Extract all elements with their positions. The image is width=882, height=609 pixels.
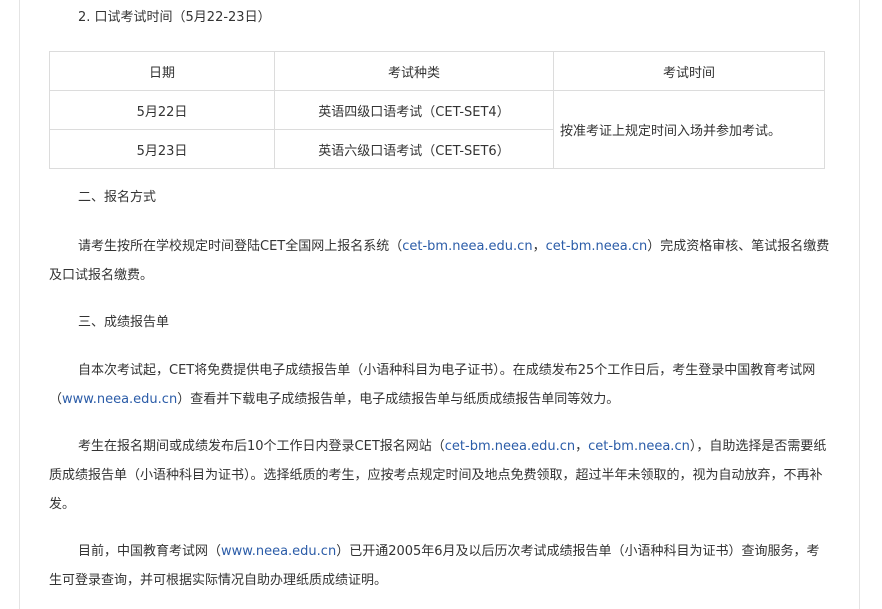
paragraph-text: 考生在报名期间或成绩发布后10个工作日内登录CET报名网站（ xyxy=(78,439,445,454)
registration-method-title: 二、报名方式 xyxy=(78,190,157,205)
paragraph-text: ， xyxy=(575,439,589,454)
table-header-row: 日期 考试种类 考试时间 xyxy=(49,51,825,91)
table-header-exam-type: 考试种类 xyxy=(274,51,554,91)
content-frame-left-border xyxy=(19,0,20,609)
content-frame-right-border xyxy=(859,0,860,609)
table-cell-date: 5月23日 xyxy=(49,129,275,169)
table-cell-exam-type: 英语六级口语考试（CET-SET6） xyxy=(274,129,554,169)
paragraph-text: 目前，中国教育考试网（ xyxy=(78,544,222,559)
table-header-date: 日期 xyxy=(49,51,275,91)
table-header-exam-time: 考试时间 xyxy=(553,51,825,91)
cet-bm-neea-link[interactable]: cet-bm.neea.cn xyxy=(588,439,690,454)
oral-exam-time-heading: 2. 口试考试时间（5月22-23日） xyxy=(78,10,271,25)
paragraph-text: ， xyxy=(532,239,546,254)
cet-bm-neea-link[interactable]: cet-bm.neea.cn xyxy=(546,239,648,254)
paper-report-paragraph: 考生在报名期间或成绩发布后10个工作日内登录CET报名网站（cet-bm.nee… xyxy=(49,432,831,519)
table-cell-exam-type: 英语四级口语考试（CET-SET4） xyxy=(274,90,554,130)
score-report-title: 三、成绩报告单 xyxy=(78,315,170,330)
table-cell-date: 5月22日 xyxy=(49,90,275,130)
neea-edu-link[interactable]: www.neea.edu.cn xyxy=(221,544,336,559)
registration-method-paragraph: 请考生按所在学校规定时间登陆CET全国网上报名系统（cet-bm.neea.ed… xyxy=(49,232,831,290)
paragraph-text: ）查看并下载电子成绩报告单，电子成绩报告单与纸质成绩报告单同等效力。 xyxy=(177,392,620,407)
cet-bm-neea-edu-link[interactable]: cet-bm.neea.edu.cn xyxy=(445,439,575,454)
table-row: 5月22日 英语四级口语考试（CET-SET4） 按准考证上规定时间入场并参加考… xyxy=(49,90,825,169)
electronic-report-paragraph: 自本次考试起，CET将免费提供电子成绩报告单（小语种科目为电子证书）。在成绩发布… xyxy=(49,356,831,414)
neea-edu-link[interactable]: www.neea.edu.cn xyxy=(62,392,177,407)
paragraph-text: 请考生按所在学校规定时间登陆CET全国网上报名系统（ xyxy=(78,239,403,254)
oral-exam-schedule-table: 日期 考试种类 考试时间 5月22日 英语四级口语考试（CET-SET4） 按准… xyxy=(49,51,825,169)
table-cell-exam-time-note: 按准考证上规定时间入场并参加考试。 xyxy=(553,90,825,169)
cet-bm-neea-edu-link[interactable]: cet-bm.neea.edu.cn xyxy=(402,239,532,254)
report-query-paragraph: 目前，中国教育考试网（www.neea.edu.cn）已开通2005年6月及以后… xyxy=(49,537,831,595)
